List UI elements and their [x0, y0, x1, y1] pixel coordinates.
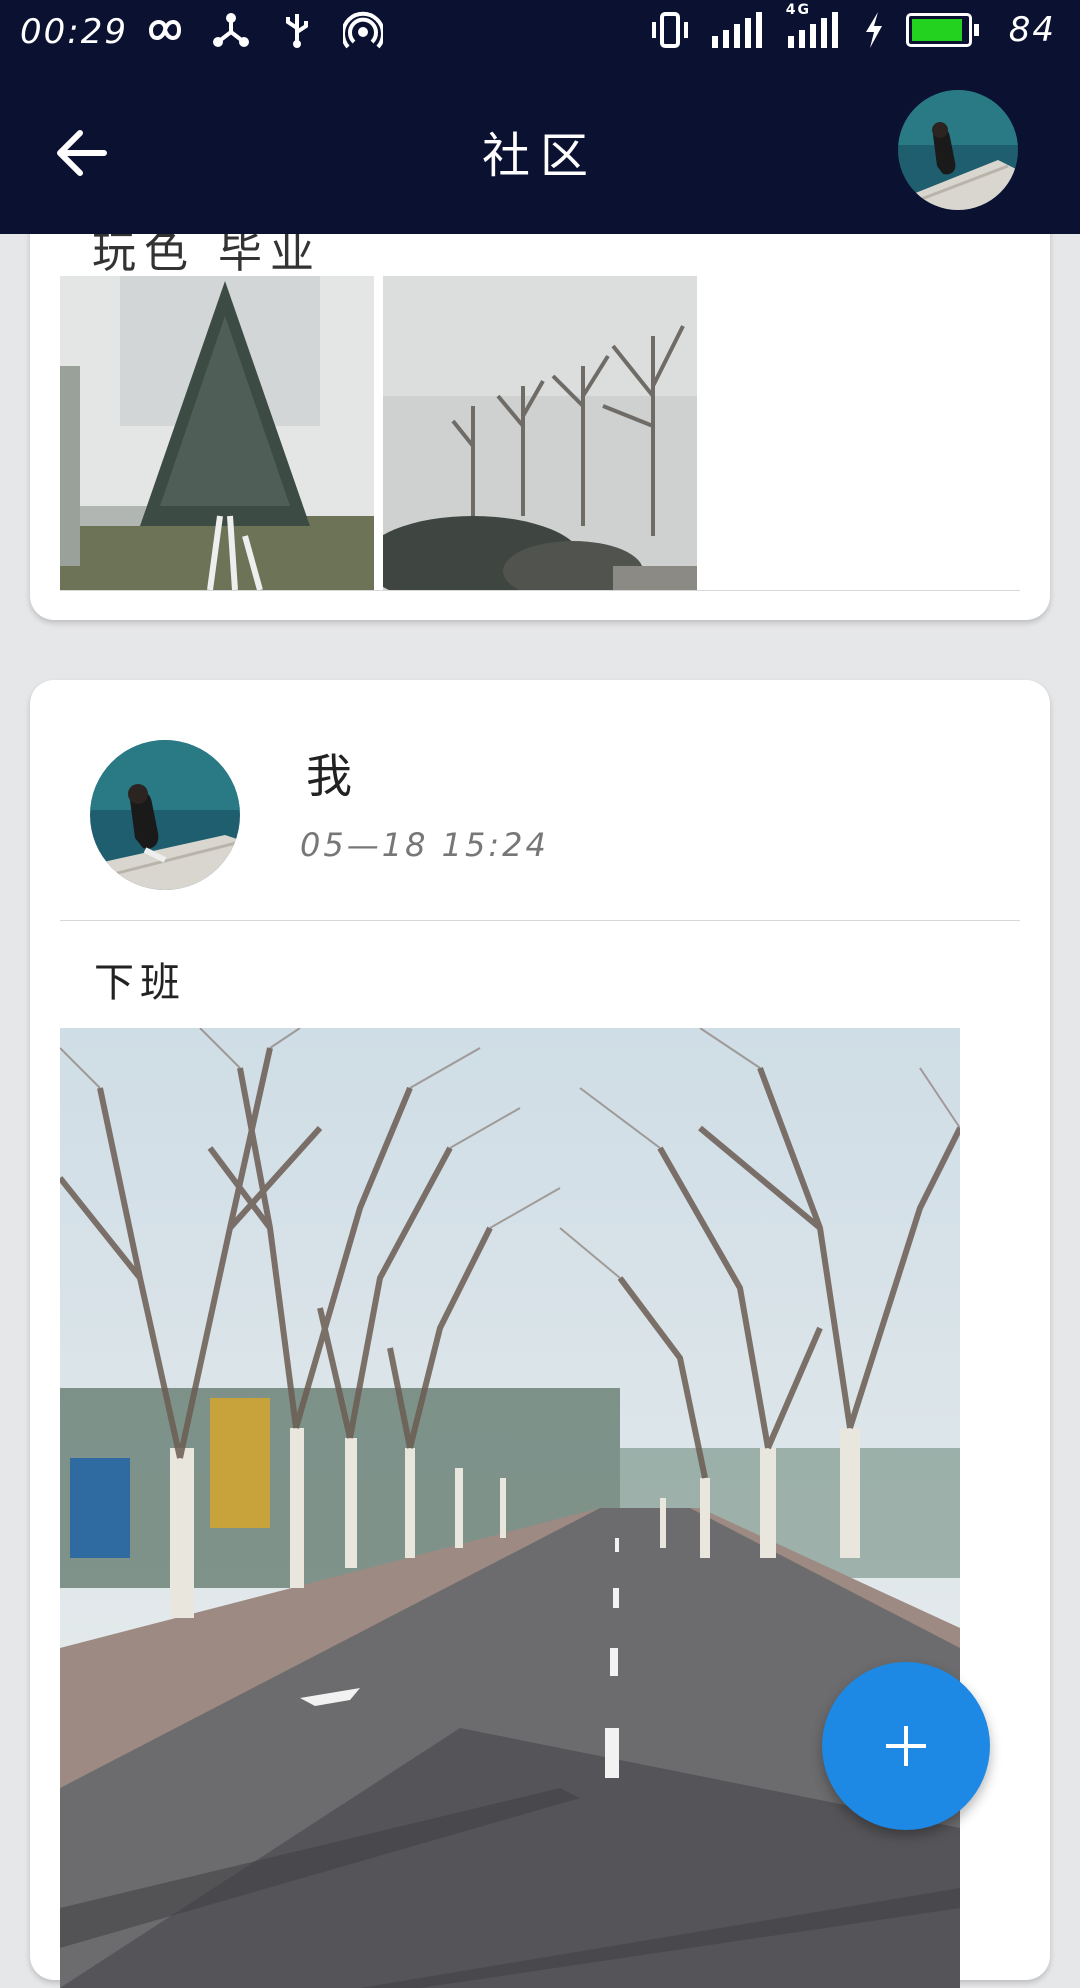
author-name: 我	[306, 749, 352, 803]
status-bar: 00:29 4G 84	[0, 0, 1080, 66]
post-image[interactable]	[60, 1028, 960, 1988]
divider	[60, 590, 1020, 591]
status-icons-left	[145, 10, 383, 50]
add-post-button[interactable]	[822, 1662, 990, 1830]
plus-icon	[886, 1726, 926, 1766]
status-time: 00:29	[20, 12, 128, 52]
post-image[interactable]	[60, 276, 374, 590]
status-icons-right: 4G 84	[650, 2, 1056, 50]
usb-icon	[286, 14, 308, 48]
charging-icon	[865, 12, 882, 48]
app-bar: 社区	[0, 66, 1080, 234]
user-avatar[interactable]	[898, 90, 1018, 210]
battery-percent: 84	[1008, 10, 1056, 50]
signal-icon	[711, 12, 762, 48]
post-image[interactable]	[383, 276, 697, 590]
avatar-image	[898, 90, 1018, 210]
foggy-trees-photo	[383, 276, 697, 590]
battery-icon	[905, 13, 979, 47]
cedar-tree-photo	[60, 276, 374, 590]
avatar-image	[90, 740, 240, 890]
hotspot-icon	[343, 11, 383, 49]
post-text: 下班	[94, 960, 186, 1006]
share-network-icon	[213, 13, 249, 47]
infinity-icon	[148, 19, 182, 41]
tree-lined-road-photo	[60, 1028, 960, 1988]
vibrate-icon	[651, 12, 688, 48]
author-avatar[interactable]	[90, 740, 240, 890]
signal-4g-icon: 4G	[786, 2, 842, 50]
post-timestamp: 05—18 15:24	[300, 826, 549, 864]
divider	[60, 920, 1020, 921]
